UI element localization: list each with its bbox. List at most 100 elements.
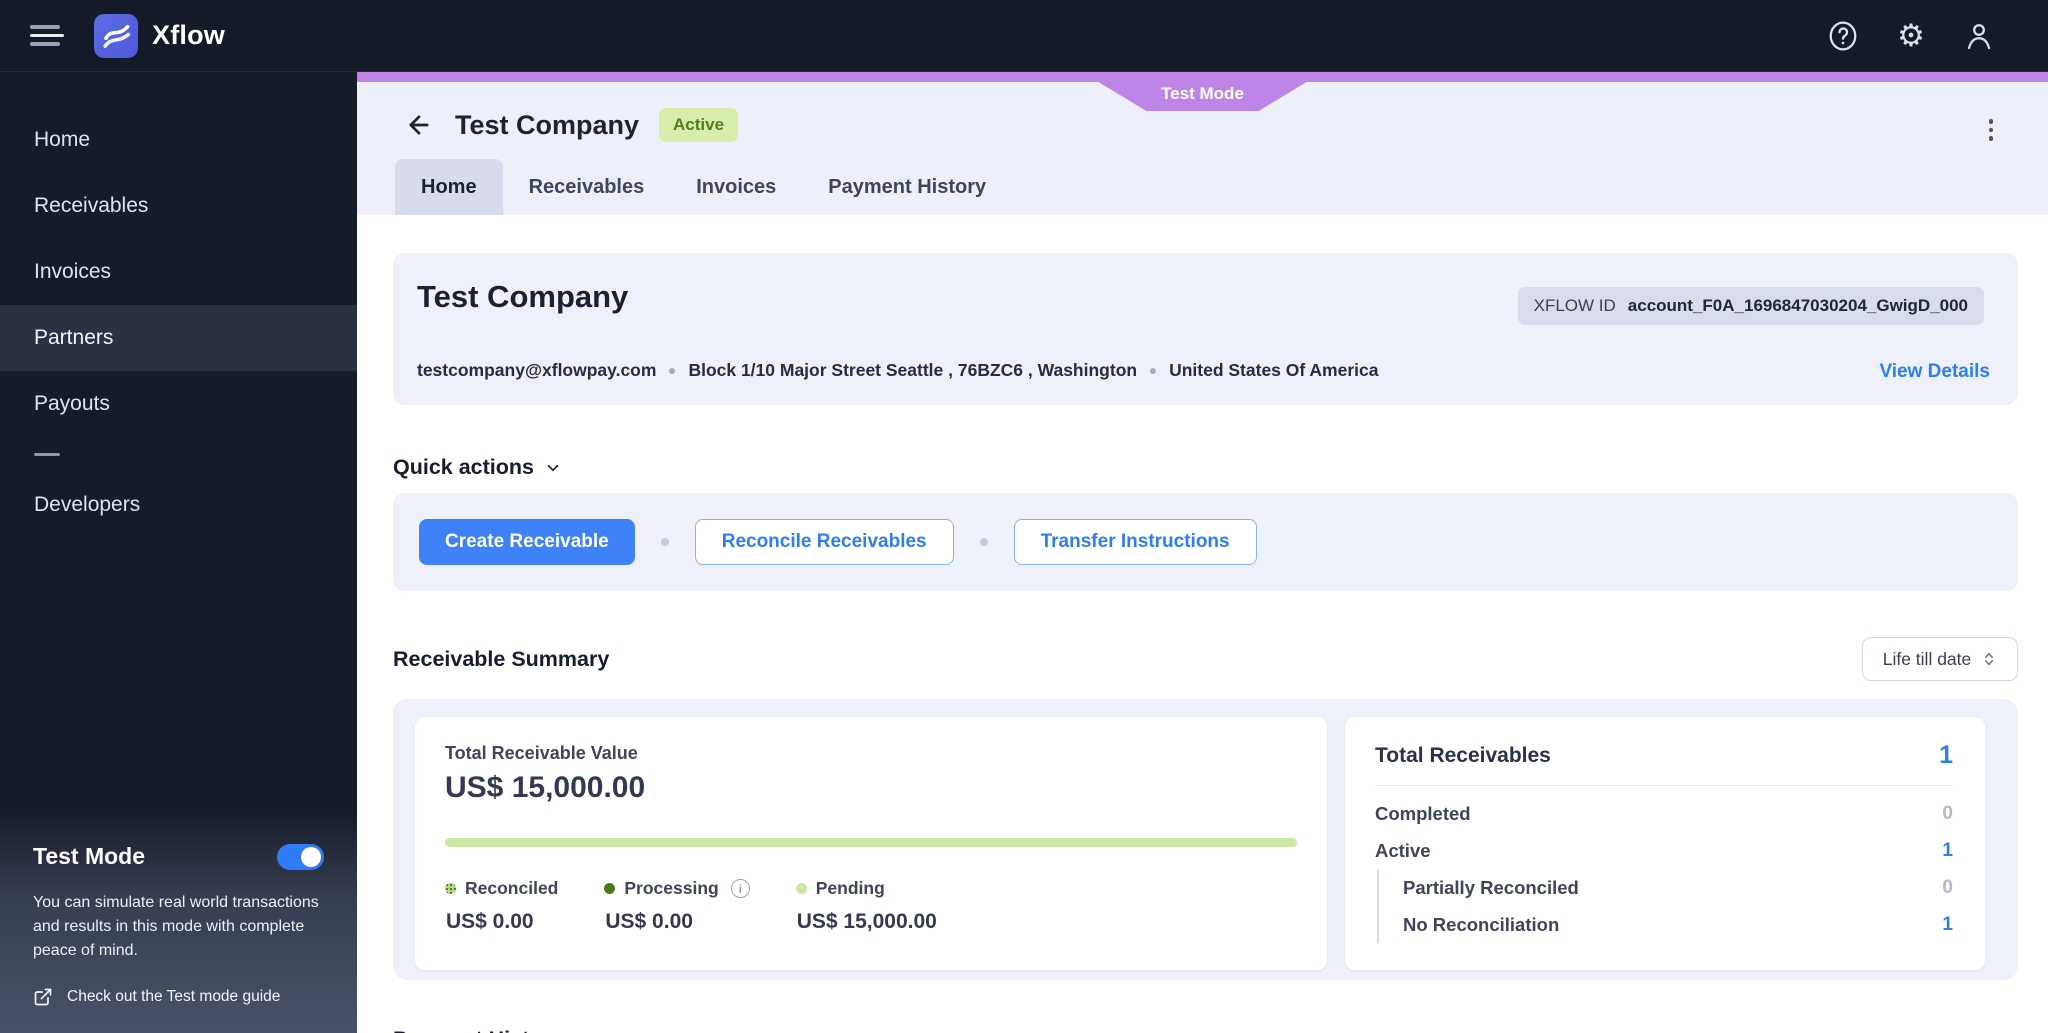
select-chevrons-icon — [1985, 652, 1994, 666]
row-value: 0 — [1942, 876, 1953, 898]
gear-icon[interactable]: ⚙ — [1894, 19, 1928, 53]
row-label: Active — [1375, 839, 1431, 861]
row-value: 1 — [1942, 913, 1953, 935]
total-receivables-title: Total Receivables — [1375, 743, 1551, 767]
sidebar-item-label: Payouts — [34, 392, 110, 415]
dot-separator — [979, 538, 988, 546]
dot-separator — [1150, 367, 1157, 374]
sidebar-item-developers[interactable]: Developers — [0, 472, 357, 538]
company-address: Block 1/10 Major Street Seattle , 76BZC6… — [688, 360, 1138, 380]
sidebar-item-home[interactable]: Home — [0, 107, 357, 173]
test-mode-panel: Test Mode You can simulate real world tr… — [0, 810, 357, 1033]
sidebar-item-payouts[interactable]: Payouts — [0, 371, 357, 437]
legend-name: Processing — [624, 878, 719, 898]
pending-amount: US$ 15,000.00 — [796, 910, 937, 933]
sidebar-item-label: Home — [34, 128, 91, 151]
test-mode-guide-link[interactable]: Check out the Test mode guide — [33, 987, 324, 1007]
button-label: Create Receivable — [445, 531, 609, 552]
button-label: Reconcile Receivables — [721, 531, 927, 552]
kebab-menu-icon[interactable] — [1978, 112, 2004, 148]
company-country: United States Of America — [1169, 360, 1379, 380]
page-title: Test Company — [455, 109, 640, 140]
sidebar-item-label: Partners — [34, 326, 114, 349]
test-mode-description: You can simulate real world transactions… — [33, 894, 319, 959]
test-mode-guide-label: Check out the Test mode guide — [67, 988, 281, 1005]
external-link-icon — [34, 988, 52, 1006]
row-value: 1 — [1942, 839, 1953, 861]
back-button[interactable] — [405, 110, 435, 140]
test-mode-banner-label: Test Mode — [1161, 84, 1244, 103]
company-info-row: testcompany@xflowpay.com Block 1/10 Majo… — [417, 360, 1379, 381]
test-mode-title: Test Mode — [33, 843, 146, 869]
dot-separator — [660, 538, 669, 546]
main-content: Test Mode Test Company Active Home Recei… — [357, 72, 2048, 1033]
company-email: testcompany@xflowpay.com — [417, 360, 657, 380]
tab-payment-history[interactable]: Payment History — [802, 159, 1012, 215]
tab-label: Receivables — [528, 175, 645, 198]
menu-icon[interactable] — [30, 21, 66, 51]
view-details-link[interactable]: View Details — [1879, 361, 1990, 383]
legend-name: Reconciled — [465, 878, 559, 898]
legend-processing: Processing i US$ 0.00 — [604, 878, 750, 934]
divider — [1375, 785, 1953, 786]
sidebar-item-label: Developers — [34, 493, 141, 516]
transfer-instructions-button[interactable]: Transfer Instructions — [1013, 519, 1257, 565]
tab-label: Home — [421, 175, 477, 198]
info-icon[interactable]: i — [730, 879, 750, 898]
help-icon[interactable] — [1826, 19, 1860, 53]
sidebar-item-label: Receivables — [34, 194, 149, 217]
sidebar-item-receivables[interactable]: Receivables — [0, 173, 357, 239]
tab-label: Invoices — [696, 175, 777, 198]
reconciled-dot-icon — [445, 883, 456, 894]
reconciled-amount: US$ 0.00 — [446, 910, 534, 933]
sidebar-divider — [34, 453, 60, 456]
date-range-select[interactable]: Life till date — [1862, 637, 2018, 681]
top-bar: Xflow ⚙ — [0, 0, 2048, 72]
arrow-left-icon — [409, 115, 429, 135]
status-badge: Active — [659, 108, 739, 142]
tab-receivables[interactable]: Receivables — [503, 159, 671, 215]
row-active: Active 1 — [1375, 832, 1953, 869]
row-label: No Reconciliation — [1403, 913, 1560, 935]
total-receivable-value-card: Total Receivable Value US$ 15,000.00 Rec… — [415, 717, 1327, 970]
row-no-reconciliation: No Reconciliation 1 — [1403, 906, 1953, 943]
active-breakdown-group: Partially Reconciled 0 No Reconciliation… — [1377, 869, 1953, 943]
chevron-down-icon[interactable] — [544, 459, 562, 477]
total-receivable-value: US$ 15,000.00 — [445, 771, 646, 804]
legend-pending: Pending US$ 15,000.00 — [795, 878, 937, 934]
row-label: Partially Reconciled — [1403, 876, 1579, 898]
xflow-logo-icon — [94, 13, 138, 58]
dot-separator — [669, 367, 676, 374]
quick-actions-card: Create Receivable Reconcile Receivables … — [393, 493, 2018, 591]
brand-name: Xflow — [152, 20, 225, 50]
tab-home[interactable]: Home — [395, 159, 503, 215]
total-receivables-count: 1 — [1939, 741, 1953, 769]
create-receivable-button[interactable]: Create Receivable — [419, 519, 635, 565]
sidebar-item-label: Invoices — [34, 260, 112, 283]
reconcile-receivables-button[interactable]: Reconcile Receivables — [694, 519, 954, 565]
xflow-id-value: account_F0A_1696847030204_GwigD_000 — [1627, 296, 1968, 315]
row-partially-reconciled: Partially Reconciled 0 — [1403, 869, 1953, 906]
sidebar-item-partners[interactable]: Partners — [0, 305, 357, 371]
tab-label: Payment History — [828, 175, 987, 198]
processing-dot-icon — [604, 883, 616, 894]
row-label: Completed — [1375, 802, 1471, 824]
payment-history-heading: Payment History — [393, 1027, 2018, 1033]
sidebar-item-invoices[interactable]: Invoices — [0, 239, 357, 305]
profile-icon[interactable] — [1962, 19, 1996, 53]
tab-invoices[interactable]: Invoices — [670, 159, 802, 215]
legend-name: Pending — [815, 878, 885, 898]
xflow-id-label: XFLOW ID — [1533, 296, 1616, 315]
total-receivable-value-label: Total Receivable Value — [445, 743, 638, 763]
row-completed: Completed 0 — [1375, 795, 1953, 832]
test-mode-strip — [357, 72, 2048, 82]
receivable-progress-bar — [445, 838, 1297, 847]
row-value: 0 — [1942, 802, 1953, 824]
tab-bar: Home Receivables Invoices Payment Histor… — [395, 159, 1012, 215]
test-mode-toggle[interactable] — [277, 843, 324, 870]
legend-reconciled: Reconciled US$ 0.00 — [445, 878, 558, 934]
pending-dot-icon — [795, 883, 807, 894]
company-card: Test Company XFLOW ID account_F0A_169684… — [393, 253, 2018, 405]
sidebar: Home Receivables Invoices Partners Payou… — [0, 72, 357, 1033]
receivable-summary-heading: Receivable Summary — [393, 646, 610, 671]
